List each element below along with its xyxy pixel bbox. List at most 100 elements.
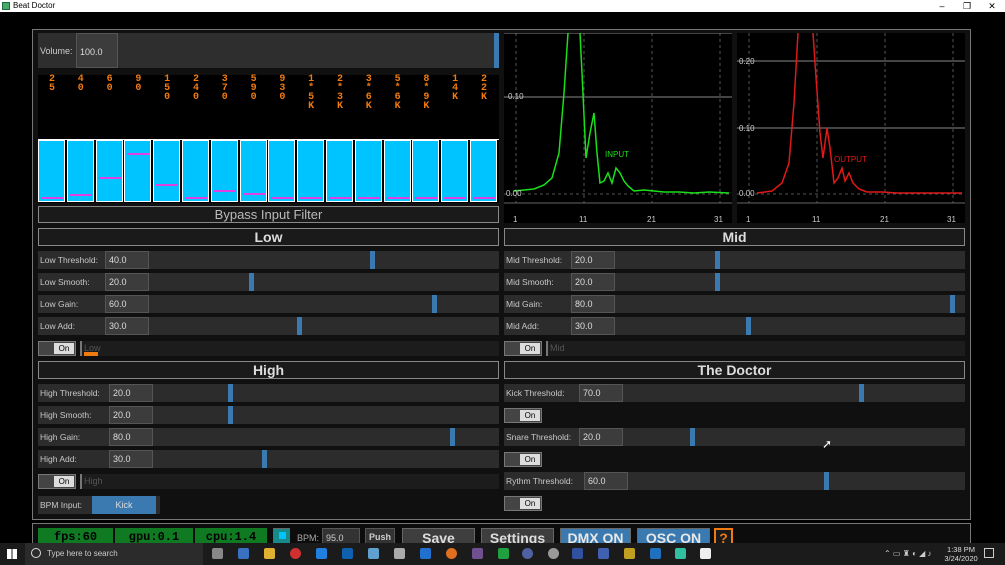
volume-slider[interactable]: Volume: 100.0 xyxy=(38,33,499,68)
mid-slider-row[interactable]: Mid Smooth: 20.0 xyxy=(504,273,965,291)
eq-band-bar[interactable] xyxy=(153,140,181,202)
volume-value[interactable]: 100.0 xyxy=(76,33,118,68)
eq-band-bar[interactable] xyxy=(182,140,209,202)
eq-band-bar[interactable] xyxy=(268,140,296,202)
eq-band-bar[interactable] xyxy=(441,140,469,202)
mid-slider-value[interactable]: 30.0 xyxy=(571,317,615,335)
high-slider-row[interactable]: High Add: 30.0 xyxy=(38,450,499,468)
eq-band-bar[interactable] xyxy=(383,140,411,202)
high-slider-value[interactable]: 30.0 xyxy=(109,450,153,468)
eq-band-bar[interactable] xyxy=(210,140,238,202)
high-slider-value[interactable]: 20.0 xyxy=(109,384,153,402)
notepad-icon[interactable] xyxy=(700,548,711,559)
volume-slider-thumb[interactable] xyxy=(494,33,499,68)
mid-slider-thumb[interactable] xyxy=(715,273,721,291)
task-view-icon[interactable] xyxy=(212,548,223,559)
app-icon-8[interactable] xyxy=(598,548,609,559)
kick-threshold-row[interactable]: Kick Threshold: 70.0 xyxy=(504,384,965,402)
app-icon-3[interactable] xyxy=(368,548,379,559)
high-slider-row[interactable]: High Smooth: 20.0 xyxy=(38,406,499,424)
eq-band-bar[interactable] xyxy=(297,140,325,202)
kick-toggle[interactable]: On xyxy=(504,408,542,423)
bypass-input-filter-button[interactable]: Bypass Input Filter xyxy=(38,206,499,223)
low-slider-row[interactable]: Low Add: 30.0 xyxy=(38,317,499,335)
eq-band-bar[interactable] xyxy=(95,140,123,202)
eq-bars[interactable] xyxy=(38,139,499,203)
mid-slider-thumb[interactable] xyxy=(949,295,955,313)
high-slider-thumb[interactable] xyxy=(262,450,268,468)
mid-toggle[interactable]: On xyxy=(504,341,542,356)
eq-band-bar[interactable] xyxy=(470,140,497,202)
maximize-button[interactable]: ❐ xyxy=(955,0,979,12)
app-icon-5[interactable] xyxy=(522,548,533,559)
rythm-threshold-thumb[interactable] xyxy=(823,472,829,490)
excel-icon[interactable] xyxy=(498,548,509,559)
mid-slider-value[interactable]: 20.0 xyxy=(571,251,615,269)
mid-slider-thumb[interactable] xyxy=(746,317,752,335)
outlook-icon[interactable] xyxy=(342,548,353,559)
close-button[interactable]: ✕ xyxy=(980,0,1004,12)
app-icon-11[interactable] xyxy=(675,548,686,559)
high-slider-thumb[interactable] xyxy=(228,406,234,424)
kick-threshold-value[interactable]: 70.0 xyxy=(579,384,623,402)
notifications-icon[interactable] xyxy=(984,548,994,558)
minimize-button[interactable]: – xyxy=(930,0,954,12)
eq-band-bar[interactable] xyxy=(38,140,65,202)
low-slider-row[interactable]: Low Threshold: 40.0 xyxy=(38,251,499,269)
rythm-toggle[interactable]: On xyxy=(504,496,542,511)
app-icon-6[interactable] xyxy=(548,548,559,559)
rythm-threshold-row[interactable]: Rythm Threshold: 60.0 xyxy=(504,472,965,490)
high-slider-value[interactable]: 80.0 xyxy=(109,428,153,446)
eq-band-bar[interactable] xyxy=(354,140,382,202)
high-slider-row[interactable]: High Gain: 80.0 xyxy=(38,428,499,446)
high-toggle[interactable]: On xyxy=(38,474,76,489)
eq-band-bar[interactable] xyxy=(412,140,440,202)
taskbar-search-box[interactable]: Type here to search xyxy=(25,543,203,565)
snare-threshold-row[interactable]: Snare Threshold: 20.0 xyxy=(504,428,965,446)
high-slider-row[interactable]: High Threshold: 20.0 xyxy=(38,384,499,402)
mid-slider-row[interactable]: Mid Threshold: 20.0 xyxy=(504,251,965,269)
calculator-icon[interactable] xyxy=(394,548,405,559)
app-icon-10[interactable] xyxy=(650,548,661,559)
high-slider-thumb[interactable] xyxy=(449,428,455,446)
tray-icons[interactable]: ⌃ ▭ ♜ ◐ ◢ ♪ xyxy=(884,549,932,558)
low-slider-value[interactable]: 60.0 xyxy=(105,295,149,313)
high-slider-value[interactable]: 20.0 xyxy=(109,406,153,424)
calendar-icon[interactable] xyxy=(420,548,431,559)
low-slider-value[interactable]: 30.0 xyxy=(105,317,149,335)
low-slider-value[interactable]: 20.0 xyxy=(105,273,149,291)
app-icon-4[interactable] xyxy=(472,548,483,559)
eq-band-bar[interactable] xyxy=(66,140,94,202)
mid-slider-thumb[interactable] xyxy=(715,251,721,269)
rythm-threshold-value[interactable]: 60.0 xyxy=(584,472,628,490)
app-icon-1[interactable] xyxy=(238,548,249,559)
snare-threshold-value[interactable]: 20.0 xyxy=(579,428,623,446)
low-slider-row[interactable]: Low Gain: 60.0 xyxy=(38,295,499,313)
app-icon-7[interactable] xyxy=(572,548,583,559)
mid-slider-row[interactable]: Mid Gain: 80.0 xyxy=(504,295,965,313)
app-icon-2[interactable] xyxy=(316,548,327,559)
snare-threshold-thumb[interactable] xyxy=(690,428,696,446)
low-slider-thumb[interactable] xyxy=(431,295,437,313)
eq-band-bar[interactable] xyxy=(326,140,353,202)
windows-start-icon[interactable] xyxy=(7,549,17,559)
low-slider-thumb[interactable] xyxy=(369,251,375,269)
low-slider-value[interactable]: 40.0 xyxy=(105,251,149,269)
snare-toggle[interactable]: On xyxy=(504,452,542,467)
bpm-input-dropdown[interactable]: Kick xyxy=(92,496,156,514)
eq-band-bar[interactable] xyxy=(124,140,152,202)
firefox-icon[interactable] xyxy=(446,548,457,559)
low-slider-thumb[interactable] xyxy=(249,273,255,291)
kick-threshold-thumb[interactable] xyxy=(858,384,864,402)
high-slider-thumb[interactable] xyxy=(228,384,234,402)
mid-slider-value[interactable]: 20.0 xyxy=(571,273,615,291)
mid-slider-row[interactable]: Mid Add: 30.0 xyxy=(504,317,965,335)
low-slider-thumb[interactable] xyxy=(297,317,303,335)
low-toggle[interactable]: On xyxy=(38,341,76,356)
file-explorer-icon[interactable] xyxy=(264,548,275,559)
low-slider-row[interactable]: Low Smooth: 20.0 xyxy=(38,273,499,291)
chrome-icon[interactable] xyxy=(290,548,301,559)
app-icon-9[interactable] xyxy=(624,548,635,559)
mid-slider-value[interactable]: 80.0 xyxy=(571,295,615,313)
eq-band-bar[interactable] xyxy=(239,140,267,202)
